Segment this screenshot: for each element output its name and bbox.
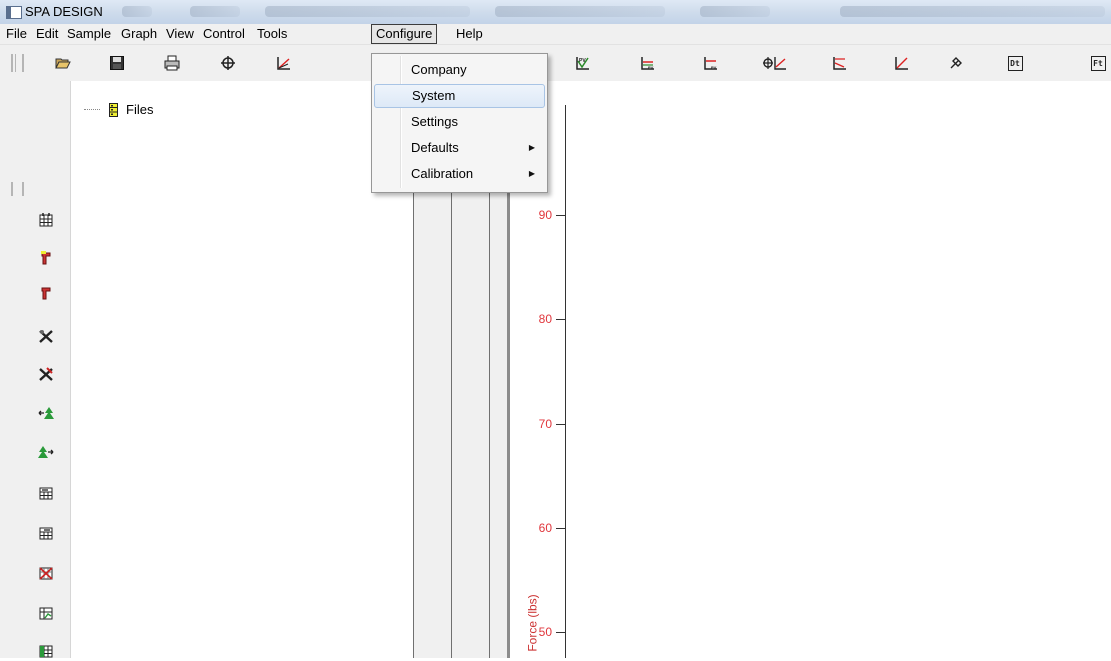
menu-graph[interactable]: Graph <box>117 24 161 44</box>
table-delete-icon[interactable] <box>36 563 56 583</box>
toolbar: PV PV PV Dt Ft <box>0 45 1111 82</box>
tools-cross-red-icon[interactable] <box>36 364 56 384</box>
menu-edit[interactable]: Edit <box>32 24 62 44</box>
angle-graph-icon[interactable] <box>274 53 294 73</box>
menu-view[interactable]: View <box>162 24 198 44</box>
trend-graph-2-icon[interactable] <box>892 53 912 73</box>
y-tick-label: 60 <box>538 521 552 535</box>
menu-bar: File Edit Sample Graph View Control Tool… <box>0 24 1111 45</box>
menu-tools[interactable]: Tools <box>253 24 291 44</box>
blurred-title-area <box>122 6 152 17</box>
table-green-icon[interactable] <box>36 641 56 661</box>
peak-graph-icon[interactable]: PV <box>638 53 658 73</box>
tree-item-files[interactable]: Files <box>126 102 153 117</box>
dual-graph-icon[interactable] <box>762 53 788 73</box>
blurred-title-area <box>265 6 470 17</box>
menu-item-calibration[interactable]: Calibration ▶ <box>374 162 545 186</box>
svg-text:PV: PV <box>579 58 586 64</box>
menu-file[interactable]: File <box>2 24 31 44</box>
print-icon[interactable] <box>162 53 182 73</box>
tool-icon[interactable] <box>946 53 966 73</box>
configure-dropdown: Company System Settings Defaults ▶ Calib… <box>371 53 548 193</box>
menu-item-defaults[interactable]: Defaults ▶ <box>374 136 545 160</box>
menu-configure[interactable]: Configure <box>371 24 438 44</box>
probe-icon[interactable] <box>36 283 56 303</box>
menu-sample[interactable]: Sample <box>63 24 115 44</box>
menu-item-system[interactable]: System <box>374 84 545 108</box>
y-tick-mark <box>556 319 565 320</box>
y-tick-mark <box>556 528 565 529</box>
title-bar: SPA DESIGN <box>0 0 1111 24</box>
blurred-title-area <box>840 6 1105 17</box>
blurred-title-area <box>495 6 665 17</box>
table-icon[interactable] <box>36 210 56 230</box>
blurred-title-area <box>190 6 240 17</box>
y-tick-label: 70 <box>538 417 552 431</box>
vertical-toolbar <box>0 81 71 658</box>
trend-graph-icon[interactable] <box>830 53 850 73</box>
pv-graph-icon[interactable]: PV <box>573 53 593 73</box>
tree-connector <box>84 109 100 110</box>
svg-text:PV: PV <box>648 65 654 70</box>
tools-cross-icon[interactable] <box>36 326 56 346</box>
tree-left-icon[interactable] <box>36 403 56 423</box>
submenu-arrow-icon: ▶ <box>528 169 535 178</box>
menu-item-settings[interactable]: Settings <box>374 110 545 134</box>
toolbar-grip[interactable] <box>11 54 24 72</box>
tree-right-icon[interactable] <box>36 442 56 462</box>
y-tick-mark <box>556 632 565 633</box>
file-tree: Files <box>71 81 414 658</box>
table-right-icon[interactable] <box>36 523 56 543</box>
y-tick-label: 80 <box>538 312 552 326</box>
window-title: SPA DESIGN <box>25 4 103 19</box>
files-icon <box>109 103 118 117</box>
probe-add-icon[interactable] <box>36 248 56 268</box>
blurred-title-area <box>700 6 770 17</box>
y-tick-mark <box>556 424 565 425</box>
save-icon[interactable] <box>107 53 127 73</box>
y-axis-label: Force (lbs) <box>525 594 540 652</box>
dt-icon[interactable]: Dt <box>1005 53 1025 73</box>
ft-icon[interactable]: Ft <box>1088 53 1108 73</box>
y-axis <box>565 105 566 658</box>
svg-text:PV: PV <box>711 65 717 70</box>
menu-item-company[interactable]: Company <box>374 58 545 82</box>
table-chart-icon[interactable] <box>36 603 56 623</box>
graph-area[interactable]: 90 80 70 60 50 Force (lbs) <box>510 81 1111 658</box>
open-folder-icon[interactable] <box>53 53 73 73</box>
menu-control[interactable]: Control <box>199 24 249 44</box>
vertical-toolbar-grip[interactable] <box>11 182 24 196</box>
table-left-icon[interactable] <box>36 483 56 503</box>
y-tick-label: 90 <box>538 208 552 222</box>
y-tick-mark <box>556 215 565 216</box>
crosshair-graph-icon[interactable] <box>219 53 239 73</box>
menu-help[interactable]: Help <box>452 24 487 44</box>
peak-graph-2-icon[interactable]: PV <box>701 53 721 73</box>
app-icon <box>6 6 22 19</box>
submenu-arrow-icon: ▶ <box>528 143 535 152</box>
